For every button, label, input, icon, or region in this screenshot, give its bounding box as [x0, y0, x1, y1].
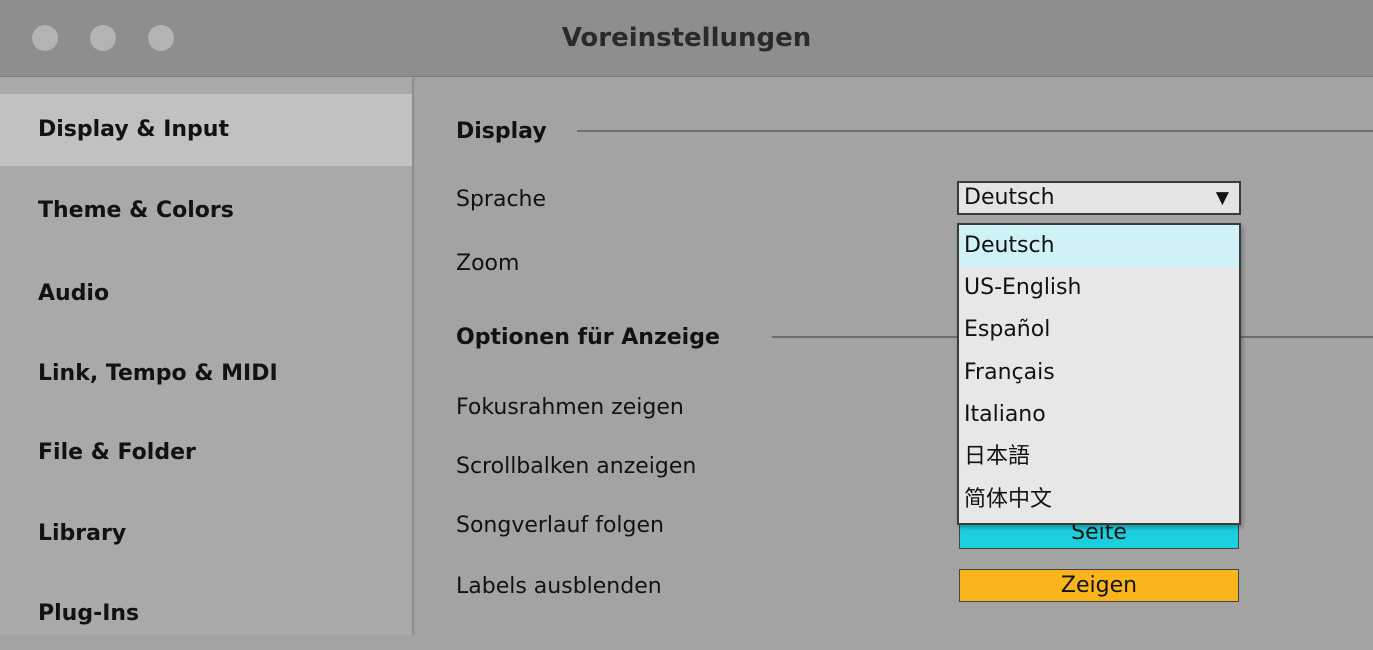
section-heading-options: Optionen für Anzeige [456, 325, 720, 350]
focus-frame-label: Fokusrahmen zeigen [456, 395, 684, 420]
language-option-espanol[interactable]: Español [959, 309, 1239, 351]
language-dropdown-list: Deutsch US-English Español Français Ital… [957, 223, 1241, 525]
section-heading-display: Display [456, 119, 547, 144]
hide-labels-label: Labels ausblenden [456, 574, 662, 599]
language-select-value: Deutsch [964, 185, 1055, 210]
window-title: Voreinstellungen [561, 23, 812, 53]
zoom-label: Zoom [456, 251, 520, 276]
language-option-chinese[interactable]: 简体中文 [959, 479, 1239, 521]
sidebar-item-theme-colors[interactable]: Theme & Colors [0, 175, 412, 247]
sidebar-item-link-tempo-midi[interactable]: Link, Tempo & MIDI [0, 338, 412, 410]
section-divider [1241, 336, 1373, 338]
language-option-us-english[interactable]: US-English [959, 267, 1239, 309]
language-option-deutsch[interactable]: Deutsch [959, 225, 1239, 267]
language-label: Sprache [456, 187, 547, 212]
language-option-japanese[interactable]: 日本語 [959, 436, 1239, 478]
hide-labels-button[interactable]: Zeigen [959, 569, 1239, 602]
section-divider [577, 130, 1373, 132]
sidebar-item-display-input[interactable]: Display & Input [0, 94, 412, 166]
preferences-content: Display Sprache Zoom Optionen für Anzeig… [414, 77, 1373, 635]
language-option-italiano[interactable]: Italiano [959, 394, 1239, 436]
preferences-sidebar: Display & Input Theme & Colors Audio Lin… [0, 77, 414, 635]
scrollbar-label: Scrollbalken anzeigen [456, 454, 697, 479]
dropdown-arrow-icon: ▼ [1215, 188, 1229, 208]
sidebar-item-library[interactable]: Library [0, 498, 412, 570]
language-select[interactable]: Deutsch ▼ [957, 181, 1241, 215]
language-option-francais[interactable]: Français [959, 352, 1239, 394]
sidebar-item-audio[interactable]: Audio [0, 258, 412, 330]
sidebar-item-plug-ins[interactable]: Plug-Ins [0, 578, 412, 650]
title-bar: Voreinstellungen [0, 0, 1373, 77]
section-divider [772, 336, 957, 338]
sidebar-item-file-folder[interactable]: File & Folder [0, 417, 412, 489]
follow-song-label: Songverlauf folgen [456, 513, 664, 538]
